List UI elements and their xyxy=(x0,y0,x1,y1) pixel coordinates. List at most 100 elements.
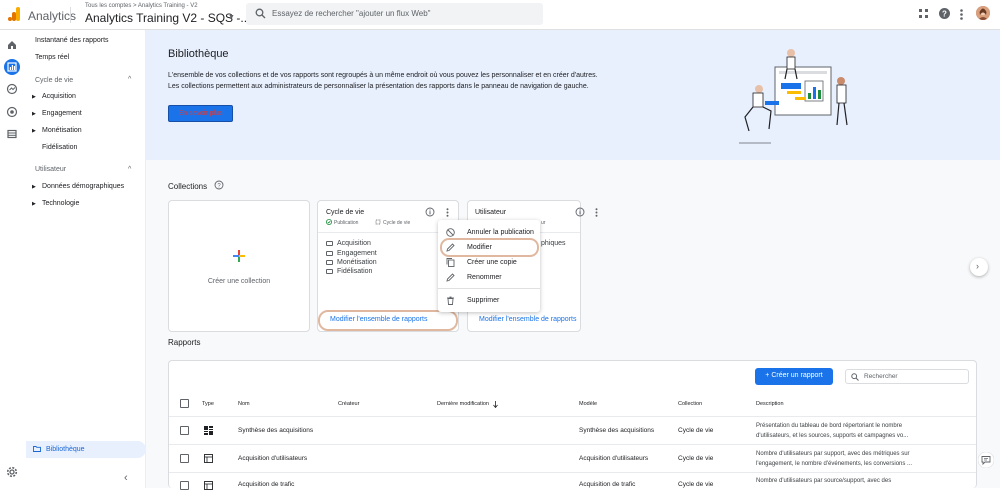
reports-search-input[interactable]: Rechercher xyxy=(845,369,969,384)
collection-item: Fidélisation xyxy=(337,268,373,275)
sidebar-section-user[interactable]: Utilisateur xyxy=(35,166,66,173)
divider xyxy=(70,7,71,23)
sort-arrow-down-icon[interactable] xyxy=(493,401,498,408)
menu-item-copy[interactable]: Créer une copie xyxy=(438,255,540,270)
reports-icon[interactable] xyxy=(6,61,18,73)
divider xyxy=(438,288,540,289)
sidebar-item-retention[interactable]: Fidélisation xyxy=(42,144,77,151)
banner-description: L'ensemble de vos collections et de vos … xyxy=(168,72,598,79)
create-report-button[interactable]: + Créer un rapport xyxy=(755,368,833,385)
advertising-icon[interactable] xyxy=(6,106,18,118)
report-name[interactable]: Acquisition d'utilisateurs xyxy=(238,455,307,462)
column-header-last-modified[interactable]: Dernière modification xyxy=(437,401,489,407)
overview-report-icon xyxy=(204,426,213,435)
collapse-sidebar-icon[interactable]: ‹ xyxy=(124,472,128,484)
sidebar-item-demographics[interactable]: Données démographiques xyxy=(42,183,124,190)
svg-text:?: ? xyxy=(942,9,947,18)
column-header-description[interactable]: Description xyxy=(756,401,784,407)
expand-arrow-icon[interactable]: ▶ xyxy=(32,201,36,207)
copy-icon xyxy=(446,258,455,267)
template-icon xyxy=(375,219,381,225)
expand-arrow-icon[interactable]: ▶ xyxy=(32,184,36,190)
collection-title: Utilisateur xyxy=(475,209,507,216)
expand-arrow-icon[interactable]: ▶ xyxy=(32,94,36,100)
sidebar-item-realtime[interactable]: Temps réel xyxy=(35,54,69,61)
sidebar-item-library-label: Bibliothèque xyxy=(46,446,85,453)
explore-icon[interactable] xyxy=(6,83,18,95)
create-collection-card[interactable] xyxy=(168,200,310,332)
sidebar-item-snapshot[interactable]: Instantané des rapports xyxy=(35,37,109,44)
more-vert-icon[interactable] xyxy=(595,208,598,217)
folder-icon xyxy=(326,269,333,274)
column-header-collection[interactable]: Collection xyxy=(678,401,702,407)
highlight-ring xyxy=(318,310,458,331)
column-header-creator[interactable]: Créateur xyxy=(338,401,359,407)
report-name[interactable]: Acquisition de trafic xyxy=(238,481,294,488)
app-name: Analytics xyxy=(28,9,77,23)
edit-report-set-link[interactable]: Modifier l'ensemble de rapports xyxy=(479,316,576,323)
sidebar-item-library[interactable] xyxy=(26,441,146,458)
report-model: Acquisition d'utilisateurs xyxy=(579,455,649,462)
report-description: Nombre d'utilisateurs par source/support… xyxy=(756,478,892,484)
property-selector[interactable]: Analytics Training V2 - SQS -... xyxy=(85,11,250,25)
more-vert-icon[interactable] xyxy=(960,9,963,20)
more-vert-icon[interactable] xyxy=(446,208,449,217)
sidebar-section-lifecycle[interactable]: Cycle de vie xyxy=(35,77,73,84)
detail-report-icon xyxy=(204,454,213,463)
pencil-icon xyxy=(446,273,455,282)
row-checkbox[interactable] xyxy=(180,426,189,435)
check-circle-icon xyxy=(326,219,332,225)
avatar[interactable] xyxy=(976,6,990,20)
sidebar-item-technology[interactable]: Technologie xyxy=(42,200,79,207)
template-name: Cycle de vie xyxy=(383,220,411,226)
report-model: Synthèse des acquisitions xyxy=(579,427,655,434)
configure-icon[interactable] xyxy=(6,128,18,140)
library-illustration xyxy=(735,45,860,145)
sidebar-item-acquisition[interactable]: Acquisition xyxy=(42,93,76,100)
menu-item-rename[interactable]: Renommer xyxy=(438,270,540,285)
expand-arrow-icon[interactable]: ▶ xyxy=(32,111,36,117)
home-icon[interactable] xyxy=(6,39,18,51)
menu-item-label: Créer une copie xyxy=(467,259,517,266)
report-description: l'engagement, le nombre d'événements, le… xyxy=(756,461,913,467)
help-circle-icon[interactable]: ? xyxy=(214,180,224,190)
plus-icon xyxy=(233,250,245,262)
column-header-name[interactable]: Nom xyxy=(238,401,250,407)
carousel-next-button[interactable]: › xyxy=(970,258,988,276)
caret-down-icon[interactable]: ▼ xyxy=(228,14,235,21)
expand-arrow-icon[interactable]: ▶ xyxy=(32,128,36,134)
apps-grid-icon[interactable] xyxy=(919,9,929,19)
menu-item-label: Renommer xyxy=(467,274,502,281)
search-placeholder: Rechercher xyxy=(864,373,898,380)
report-description: d'utilisateurs, et les sources, supports… xyxy=(756,433,909,439)
page-title: Bibliothèque xyxy=(168,48,229,60)
settings-gear-icon[interactable] xyxy=(6,466,18,478)
sidebar-item-engagement[interactable]: Engagement xyxy=(42,110,82,117)
select-all-checkbox[interactable] xyxy=(180,399,189,408)
learn-more-button[interactable]: En savoir plus xyxy=(168,105,233,122)
chevron-up-icon[interactable]: ^ xyxy=(128,166,131,173)
menu-item-delete[interactable]: Supprimer xyxy=(438,293,540,308)
row-checkbox[interactable] xyxy=(180,481,189,490)
publication-status: Publication xyxy=(334,220,359,226)
reports-heading: Rapports xyxy=(168,338,201,347)
column-header-type[interactable]: Type xyxy=(202,401,214,407)
divider xyxy=(318,232,458,233)
info-icon[interactable] xyxy=(575,207,585,217)
chevron-up-icon[interactable]: ^ xyxy=(128,76,131,83)
feedback-chat-icon[interactable] xyxy=(978,452,994,468)
report-collection: Cycle de vie xyxy=(678,481,714,488)
row-checkbox[interactable] xyxy=(180,454,189,463)
search-icon xyxy=(255,8,266,19)
folder-icon xyxy=(326,260,333,265)
analytics-logo-icon[interactable] xyxy=(8,7,20,21)
column-header-model[interactable]: Modèle xyxy=(579,401,597,407)
collection-item: Acquisition xyxy=(337,240,371,247)
account-breadcrumb[interactable]: Tous les comptes > Analytics Training - … xyxy=(85,3,198,9)
report-collection: Cycle de vie xyxy=(678,427,714,434)
sidebar-item-monetisation[interactable]: Monétisation xyxy=(42,127,82,134)
info-icon[interactable] xyxy=(425,207,435,217)
help-icon[interactable]: ? xyxy=(939,8,950,19)
library-banner xyxy=(146,30,1000,160)
report-name[interactable]: Synthèse des acquisitions xyxy=(238,427,313,434)
